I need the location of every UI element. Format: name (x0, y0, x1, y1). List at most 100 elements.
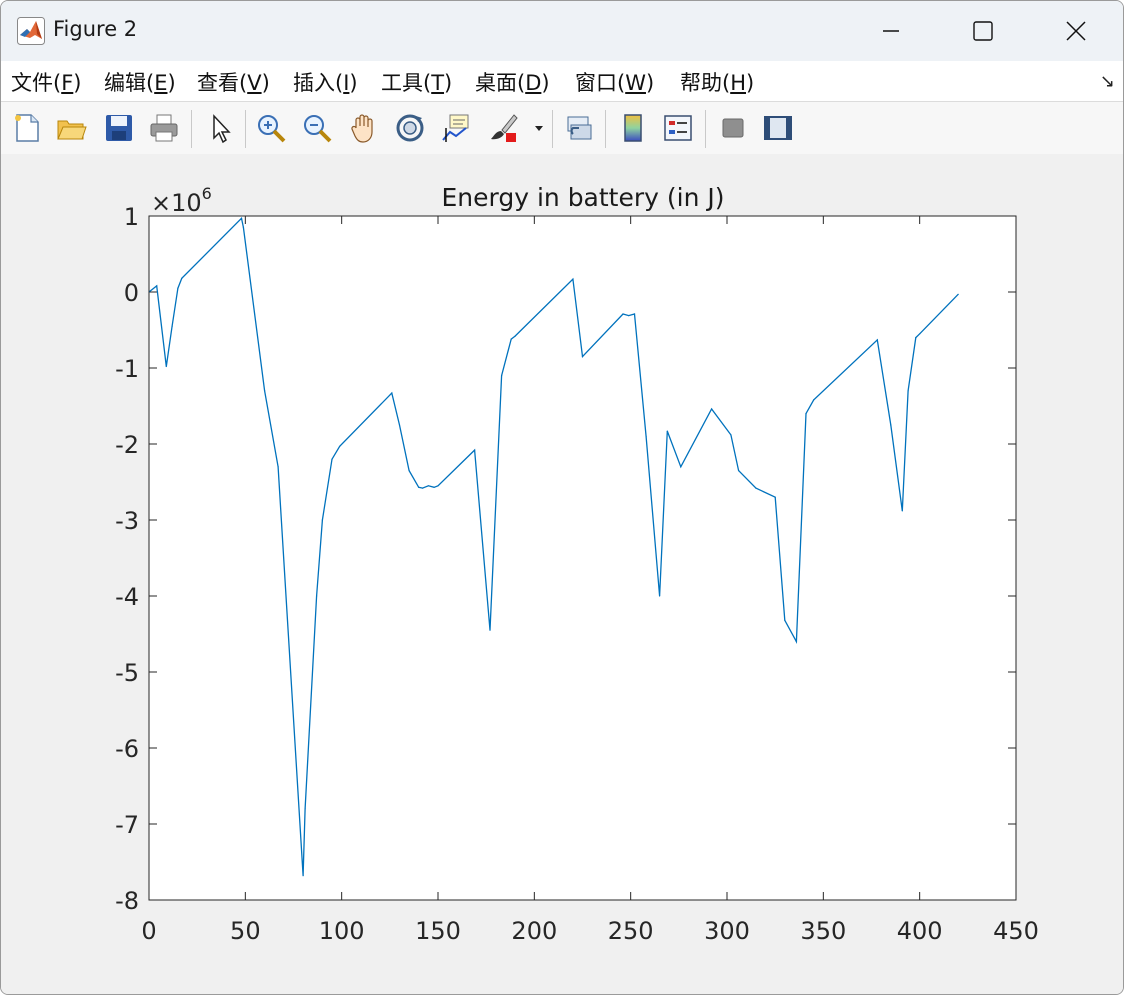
y-tick-label: -7 (115, 811, 139, 839)
link-plot-button[interactable] (561, 110, 597, 146)
data-point (774, 496, 776, 498)
menu-desktop[interactable]: 桌面(D) (475, 67, 550, 97)
print-button[interactable] (146, 110, 182, 146)
close-button[interactable] (1053, 9, 1099, 53)
edit-plot-arrow-icon (213, 114, 231, 144)
data-point (181, 277, 183, 279)
menu-window[interactable]: 窗口(W) (575, 67, 654, 97)
figure-canvas[interactable]: Energy in battery (in J) 0 50 100 150 200 250… (1, 154, 1123, 994)
axes-background (149, 216, 1016, 900)
data-point (437, 485, 439, 487)
menu-help[interactable]: 帮助(H) (680, 67, 754, 97)
data-point (755, 487, 757, 489)
open-file-icon (57, 120, 87, 140)
data-point (489, 629, 491, 631)
menu-insert[interactable]: 插入(I) (293, 67, 358, 97)
zoom-out-button[interactable] (299, 110, 335, 146)
edit-plot-button[interactable] (202, 110, 238, 146)
show-plot-tools-icon (764, 116, 792, 140)
maximize-button[interactable] (960, 9, 1006, 53)
menu-view[interactable]: 查看(V) (197, 67, 270, 97)
data-point (876, 339, 878, 341)
data-point (165, 365, 167, 368)
data-point (242, 226, 244, 228)
show-plot-tools-button[interactable] (760, 110, 796, 146)
data-cursor-icon (442, 114, 469, 142)
rotate-3d-button[interactable] (392, 110, 428, 146)
minimize-button[interactable] (868, 9, 914, 53)
save-button[interactable] (101, 110, 137, 146)
y-tick-label: -6 (115, 735, 139, 763)
x-tick-label: 250 (608, 917, 654, 945)
window-title: Figure 2 (53, 17, 138, 41)
open-file-button[interactable] (53, 110, 89, 146)
pan-button[interactable] (346, 110, 382, 146)
y-tick-label: 0 (124, 279, 139, 307)
menu-edit[interactable]: 编辑(E) (104, 67, 176, 97)
new-figure-button[interactable] (9, 110, 45, 146)
data-point (316, 595, 318, 597)
data-point (622, 313, 624, 315)
data-cursor-button[interactable] (438, 110, 474, 146)
x-tick-label: 0 (141, 917, 156, 945)
x-tick-label: 400 (897, 917, 943, 945)
data-point (666, 430, 668, 432)
data-point (680, 466, 682, 468)
data-point (805, 413, 807, 415)
save-icon (106, 115, 132, 141)
data-point (304, 808, 306, 810)
data-point (659, 595, 661, 597)
data-point (915, 337, 917, 339)
new-figure-icon (15, 114, 39, 142)
dock-figure-icon[interactable]: ↘ (1100, 71, 1115, 92)
data-point (813, 399, 815, 401)
data-point (501, 375, 503, 377)
y-tick-label: -8 (115, 887, 139, 915)
minimize-icon (883, 30, 899, 32)
data-point (795, 641, 798, 643)
exponent-label: ×106 (151, 184, 212, 217)
pan-hand-icon (351, 114, 373, 143)
legend-button[interactable] (660, 110, 696, 146)
toolbar-separator (552, 110, 553, 148)
chart[interactable]: Energy in battery (in J) 0 50 100 150 200 250… (1, 154, 1123, 994)
data-point (418, 486, 420, 488)
x-tick-label: 150 (415, 917, 461, 945)
data-point (422, 487, 424, 489)
colorbar-button[interactable] (615, 110, 651, 146)
data-point (264, 390, 266, 392)
link-plot-icon (567, 116, 592, 140)
x-tick-label: 450 (993, 917, 1039, 945)
legend-icon (664, 115, 692, 141)
data-point (510, 338, 512, 340)
toolbar-separator (191, 110, 192, 148)
x-tick-label: 350 (800, 917, 846, 945)
brush-icon (491, 114, 518, 142)
data-point (633, 313, 636, 315)
brush-dropdown-button[interactable] (529, 110, 549, 146)
data-point (474, 449, 476, 451)
y-tick-label: 1 (124, 203, 139, 231)
menu-file[interactable]: 文件(F) (11, 67, 82, 97)
data-point (628, 315, 630, 317)
zoom-in-icon (258, 115, 286, 143)
menu-tools[interactable]: 工具(T) (381, 67, 452, 97)
title-bar[interactable]: Figure 2 (1, 1, 1123, 61)
chevron-down-icon (535, 126, 543, 131)
close-icon (1066, 21, 1086, 41)
data-point (398, 424, 401, 426)
toolbar-separator (245, 110, 246, 148)
hide-plot-tools-button[interactable] (715, 110, 751, 146)
y-tick-label: -4 (115, 583, 139, 611)
data-point (302, 875, 304, 877)
zoom-in-button[interactable] (253, 110, 289, 146)
zoom-out-icon (304, 115, 332, 143)
brush-button[interactable] (486, 110, 522, 146)
rotate-3d-icon (396, 114, 424, 142)
y-tick-label: -5 (115, 659, 139, 687)
data-point (901, 510, 903, 512)
data-point (645, 435, 647, 437)
data-point (581, 356, 584, 358)
y-tick-label: -1 (115, 355, 139, 383)
data-point (321, 519, 323, 521)
